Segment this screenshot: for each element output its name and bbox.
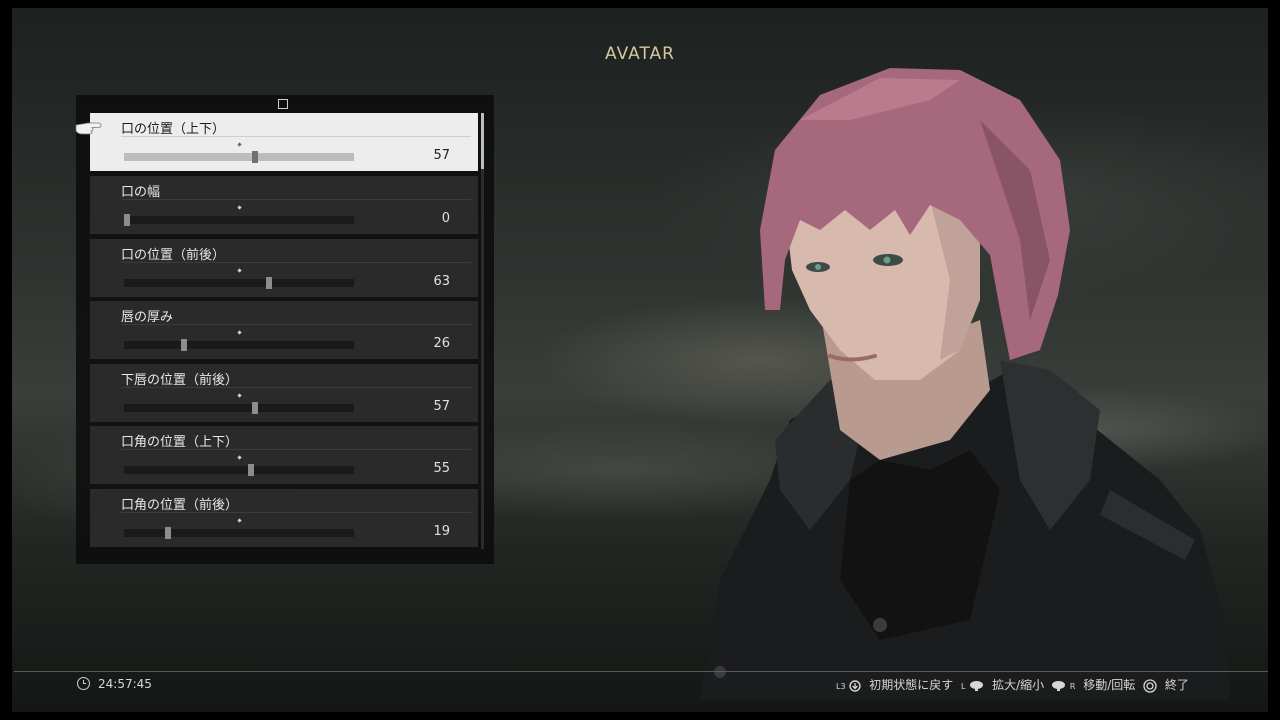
row-divider bbox=[121, 136, 471, 137]
slider-label: 唇の厚み bbox=[121, 310, 174, 325]
left-stick-icon: L bbox=[961, 679, 984, 693]
right-stick-icon: R bbox=[1051, 679, 1075, 693]
slider-thumb[interactable] bbox=[164, 527, 171, 539]
slider-row-lip-thickness[interactable]: 唇の厚み 26 bbox=[90, 301, 478, 359]
default-value-marker bbox=[237, 142, 242, 147]
slider-row-mouth-position-vertical[interactable]: 口の位置（上下） 57 bbox=[90, 113, 478, 171]
slider-track[interactable] bbox=[124, 151, 354, 163]
row-divider bbox=[121, 512, 471, 513]
slider-label: 口の位置（前後） bbox=[121, 248, 226, 263]
slider-row-mouth-corner-position-depth[interactable]: 口角の位置（前後） 19 bbox=[90, 489, 478, 547]
slider-row-lower-lip-position-depth[interactable]: 下唇の位置（前後） 57 bbox=[90, 364, 478, 422]
screen-title: AVATAR bbox=[605, 44, 675, 64]
scrollbar-track[interactable] bbox=[481, 113, 484, 549]
row-divider bbox=[121, 262, 471, 263]
hint-label: 初期状態に戻す bbox=[869, 678, 954, 692]
slider-row-mouth-corner-position-vertical[interactable]: 口角の位置（上下） 55 bbox=[90, 426, 478, 484]
slider-label: 口角の位置（前後） bbox=[121, 498, 239, 513]
default-value-marker bbox=[237, 330, 242, 335]
footer-divider bbox=[14, 671, 1268, 672]
pointing-hand-icon bbox=[75, 122, 102, 135]
slider-label: 口の位置（上下） bbox=[121, 122, 226, 137]
circle-button-icon bbox=[1143, 678, 1157, 693]
slider-track[interactable] bbox=[124, 214, 354, 226]
slider-thumb[interactable] bbox=[124, 214, 130, 226]
slider-thumb[interactable] bbox=[252, 402, 259, 414]
slider-track[interactable] bbox=[124, 402, 354, 414]
slider-track[interactable] bbox=[124, 527, 354, 539]
slider-label: 口角の位置（上下） bbox=[121, 435, 239, 450]
l3-stick-icon: L3 bbox=[836, 679, 862, 693]
default-value-marker bbox=[237, 518, 242, 523]
hint-reset[interactable]: L3 初期状態に戻す bbox=[836, 676, 953, 693]
slider-thumb[interactable] bbox=[265, 277, 272, 289]
hint-label: 終了 bbox=[1164, 678, 1189, 692]
slider-row-mouth-position-depth[interactable]: 口の位置（前後） 63 bbox=[90, 239, 478, 297]
slider-thumb[interactable] bbox=[252, 151, 259, 163]
mouth-sliders-panel: 口の位置（上下） 57 口の幅 0 口の位置（前後） 63 唇の厚み 26 下唇… bbox=[76, 95, 494, 564]
scrollbar-thumb[interactable] bbox=[481, 113, 484, 169]
default-value-marker bbox=[237, 455, 242, 460]
hint-exit[interactable]: 終了 bbox=[1143, 676, 1189, 693]
play-time: 24:57:45 bbox=[98, 677, 152, 691]
hint-label: 移動/回転 bbox=[1083, 678, 1136, 692]
row-divider bbox=[121, 387, 471, 388]
hint-label: 拡大/縮小 bbox=[992, 678, 1045, 692]
hint-zoom[interactable]: L 拡大/縮小 bbox=[961, 676, 1044, 693]
slider-row-mouth-width[interactable]: 口の幅 0 bbox=[90, 176, 478, 234]
slider-value: 57 bbox=[433, 148, 450, 163]
slider-track[interactable] bbox=[124, 277, 354, 289]
slider-thumb[interactable] bbox=[247, 464, 254, 476]
slider-track[interactable] bbox=[124, 464, 354, 476]
slider-label: 下唇の位置（前後） bbox=[121, 373, 239, 388]
slider-value: 0 bbox=[441, 211, 450, 226]
hint-move[interactable]: R 移動/回転 bbox=[1051, 676, 1135, 693]
slider-thumb[interactable] bbox=[180, 339, 187, 351]
slider-track[interactable] bbox=[124, 339, 354, 351]
slider-value: 63 bbox=[433, 274, 450, 289]
row-divider bbox=[121, 324, 471, 325]
clock-icon bbox=[77, 677, 90, 690]
slider-value: 57 bbox=[433, 399, 450, 414]
slider-value: 19 bbox=[433, 524, 450, 539]
default-value-marker bbox=[237, 393, 242, 398]
slider-label: 口の幅 bbox=[121, 185, 161, 200]
default-value-marker bbox=[237, 268, 242, 273]
slider-value: 55 bbox=[433, 461, 450, 476]
default-value-marker bbox=[237, 205, 242, 210]
square-icon bbox=[278, 99, 288, 109]
row-divider bbox=[121, 199, 471, 200]
row-divider bbox=[121, 449, 471, 450]
slider-value: 26 bbox=[433, 336, 450, 351]
